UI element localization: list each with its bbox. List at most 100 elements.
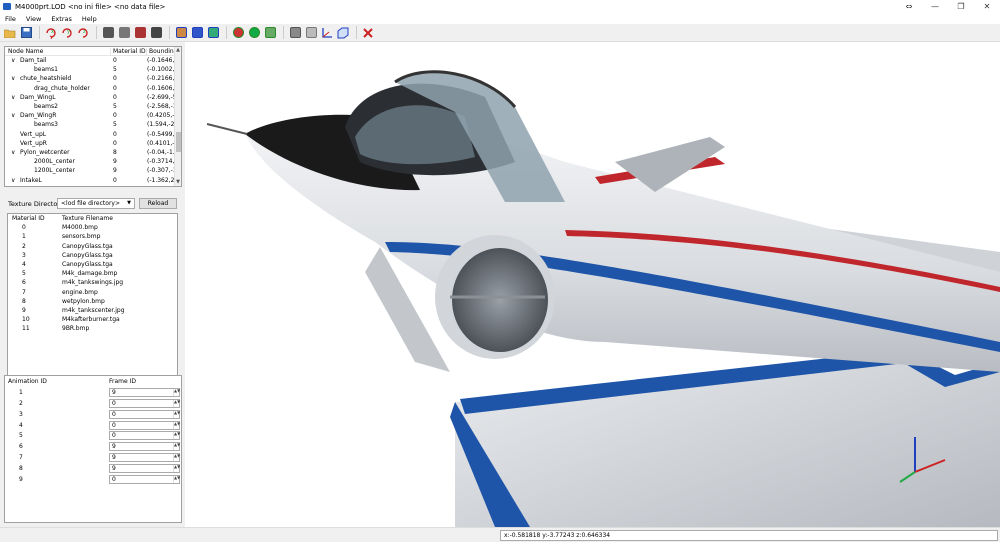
frame-id-stepper[interactable]: 9 ▲▼ xyxy=(109,442,180,452)
shade-dark-icon[interactable] xyxy=(247,26,261,40)
texture-row[interactable]: 5 M4k_damage.bmp xyxy=(8,269,177,278)
tree-node-row[interactable]: beams1 5 (-0.1002,- xyxy=(5,65,181,74)
texture-row[interactable]: 11 9BR.bmp xyxy=(8,324,177,333)
tree-node-row[interactable]: Vert_upL 0 (-0.5499,- xyxy=(5,130,181,139)
rotate-y-icon[interactable]: y xyxy=(60,26,74,40)
col-material-id[interactable]: Material ID xyxy=(8,215,62,222)
frame-id-stepper[interactable]: 9 ▲▼ xyxy=(109,453,180,463)
texture-row[interactable]: 4 CanopyGlass.tga xyxy=(8,260,177,269)
col-animation-id[interactable]: Animation ID xyxy=(5,378,109,385)
frame-id-stepper[interactable]: 0 ▲▼ xyxy=(109,420,180,430)
rotate-z-icon[interactable]: z xyxy=(76,26,90,40)
texture-row[interactable]: 6 m4k_tankswings.jpg xyxy=(8,278,177,287)
menu-help[interactable]: Help xyxy=(77,15,102,23)
rotate-x-icon[interactable]: x xyxy=(44,26,58,40)
animation-row: 2 0 ▲▼ xyxy=(5,398,181,409)
frame-id-stepper[interactable]: 9 ▲▼ xyxy=(109,464,180,474)
spin-arrows-icon[interactable]: ▲▼ xyxy=(173,454,180,462)
tree-node-row[interactable]: 2000L_center 9 (-0.3714,- xyxy=(5,157,181,166)
tree-node-row[interactable]: ∨ Pylon_wetcenter 8 (-0.04,-1.: xyxy=(5,148,181,157)
tree-node-row[interactable]: Vert_upR 0 (0.4101,-1 xyxy=(5,139,181,148)
minimize-button[interactable]: — xyxy=(922,0,948,13)
tree-node-row[interactable]: beams3 5 (1.594,-2. xyxy=(5,120,181,129)
solid-box-gray-icon[interactable] xyxy=(117,26,131,40)
texture-row[interactable]: 8 wetpylon.bmp xyxy=(8,297,177,306)
wireframe-icon[interactable] xyxy=(174,26,188,40)
expand-chevron-icon[interactable]: ∨ xyxy=(11,94,20,101)
col-texture-filename[interactable]: Texture Filename xyxy=(62,215,177,222)
wire-blue-icon[interactable] xyxy=(190,26,204,40)
solid-box-red-icon[interactable] xyxy=(133,26,147,40)
frame-id-stepper[interactable]: 9 ▲▼ xyxy=(109,387,180,397)
menu-view[interactable]: View xyxy=(21,15,46,23)
spin-arrows-icon[interactable]: ▲▼ xyxy=(173,399,180,407)
spin-arrows-icon[interactable]: ▲▼ xyxy=(173,410,180,418)
scroll-down-icon[interactable]: ▼ xyxy=(175,179,181,186)
tree-node-material: 5 xyxy=(113,121,117,129)
open-folder-icon[interactable] xyxy=(3,26,17,40)
frame-id-stepper[interactable]: 0 ▲▼ xyxy=(109,409,180,419)
restore-button[interactable]: ❐ xyxy=(948,0,974,13)
expand-chevron-icon[interactable]: ∨ xyxy=(11,75,20,82)
frame-id-stepper[interactable]: 0 ▲▼ xyxy=(109,398,180,408)
tree-scrollbar[interactable]: ▲ ▼ xyxy=(174,47,181,186)
spin-arrows-icon[interactable]: ▲▼ xyxy=(173,388,180,396)
expand-chevron-icon[interactable]: ∨ xyxy=(11,57,20,64)
shade-red-icon[interactable] xyxy=(231,26,245,40)
tree-node-row[interactable]: ∨ Dam_tail 0 (-0.1646,- xyxy=(5,56,181,65)
tree-node-row[interactable]: ∨ chute_heatshield 0 (-0.2166,- xyxy=(5,74,181,83)
expand-chevron-icon[interactable]: ∨ xyxy=(11,149,20,156)
box-select-icon[interactable] xyxy=(149,26,163,40)
shade-green-icon[interactable] xyxy=(263,26,277,40)
spin-arrows-icon[interactable]: ▲▼ xyxy=(173,421,180,429)
col-node-name[interactable]: Node Name xyxy=(5,47,111,55)
tree-node-row[interactable]: ∨ Dam_WingL 0 (-2.699,-5 xyxy=(5,93,181,102)
frame-id-stepper[interactable]: 0 ▲▼ xyxy=(109,474,180,484)
3d-viewport[interactable] xyxy=(185,42,1000,527)
texture-row[interactable]: 9 m4k_tankscenter.jpg xyxy=(8,306,177,315)
tree-node-row[interactable]: ∨Dam_WingR 0 (0.4205,-5 xyxy=(5,111,181,120)
expand-chevron-icon[interactable]: ∨ xyxy=(11,112,20,119)
spin-arrows-icon[interactable]: ▲▼ xyxy=(173,465,180,473)
close-button[interactable]: ✕ xyxy=(974,0,1000,13)
spin-arrows-icon[interactable]: ▲▼ xyxy=(173,443,180,451)
cube-outline-icon[interactable] xyxy=(304,26,318,40)
animation-row: 1 9 ▲▼ xyxy=(5,387,181,398)
tree-node-row[interactable]: drag_chute_holder 0 (-0.1606,- xyxy=(5,84,181,93)
texture-row[interactable]: 1 sensors.bmp xyxy=(8,232,177,241)
col-frame-id[interactable]: Frame ID xyxy=(109,378,181,385)
tree-node-row[interactable]: ∨ IntakeL 0 (-1.362,2. xyxy=(5,175,181,184)
cube-blue-icon[interactable] xyxy=(336,26,350,40)
resize-icon[interactable]: ⇔ xyxy=(896,0,922,13)
col-material-id[interactable]: Material ID xyxy=(111,47,147,55)
texture-green-icon[interactable] xyxy=(206,26,220,40)
tree-node-row[interactable]: beams2 5 (-2.568,-1 xyxy=(5,102,181,111)
menu-extras[interactable]: Extras xyxy=(46,15,77,23)
frame-id-stepper[interactable]: 0 ▲▼ xyxy=(109,431,180,441)
node-tree[interactable]: Node Name Material ID Bounding ∨ Dam_tail… xyxy=(4,46,182,187)
solid-box-icon[interactable] xyxy=(101,26,115,40)
tree-node-row[interactable]: 1200L_center 9 (-0.307,-1 xyxy=(5,166,181,175)
texture-row[interactable]: 2 CanopyGlass.tga xyxy=(8,242,177,251)
reload-button[interactable]: Reload xyxy=(139,198,177,209)
cube-gray-icon[interactable] xyxy=(288,26,302,40)
texture-directory-select[interactable]: <lod file directory> ▼ xyxy=(57,198,135,209)
tree-node-bounding: (0.4101,-1 xyxy=(147,139,175,147)
spin-arrows-icon[interactable]: ▲▼ xyxy=(173,475,180,483)
tree-node-bounding: (-1.362,2. xyxy=(147,176,175,184)
axes-icon[interactable] xyxy=(320,26,334,40)
tools-icon[interactable] xyxy=(361,26,375,40)
texture-row[interactable]: 7 engine.bmp xyxy=(8,288,177,297)
tree-node-material: 9 xyxy=(113,158,117,166)
scroll-thumb[interactable] xyxy=(176,132,181,152)
spin-arrows-icon[interactable]: ▲▼ xyxy=(173,432,180,440)
scroll-up-icon[interactable]: ▲ xyxy=(175,47,181,54)
col-bounding[interactable]: Bounding xyxy=(147,48,175,55)
texture-row[interactable]: 3 CanopyGlass.tga xyxy=(8,251,177,260)
texture-row[interactable]: 0 M4000.bmp xyxy=(8,223,177,232)
save-icon[interactable] xyxy=(19,26,33,40)
expand-chevron-icon[interactable]: ∨ xyxy=(11,177,20,184)
animation-list[interactable]: Animation ID Frame ID 1 9 ▲▼ 2 0 ▲▼ 3 0 ▲▼ 4 0 ▲▼ 5 0… xyxy=(4,375,182,523)
menu-file[interactable]: File xyxy=(0,15,21,23)
texture-row[interactable]: 10 M4kafterburner.tga xyxy=(8,315,177,324)
